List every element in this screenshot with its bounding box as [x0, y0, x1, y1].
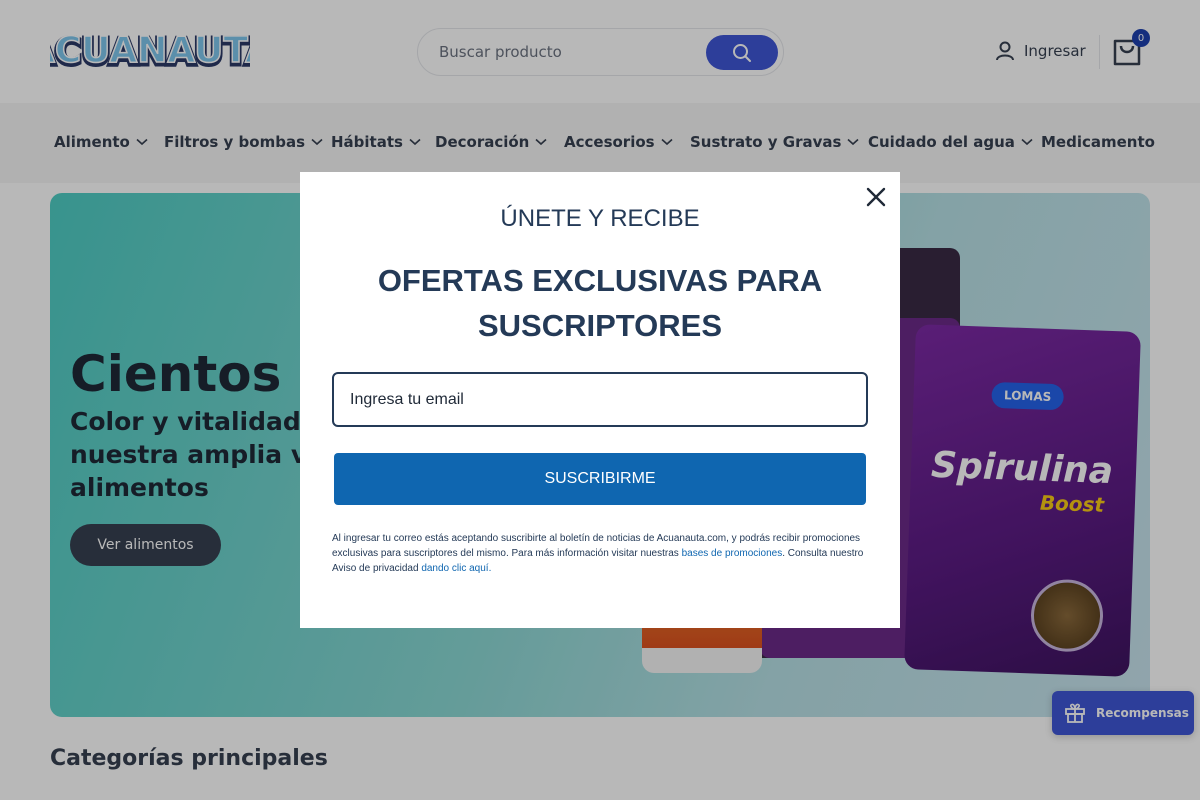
- subscribe-button[interactable]: SUSCRIBIRME: [334, 453, 866, 505]
- modal-headline: OFERTAS EXCLUSIVAS PARA SUSCRIPTORES: [377, 263, 823, 343]
- close-icon: [866, 187, 886, 207]
- email-field[interactable]: Ingresa tu email: [332, 372, 868, 427]
- modal-kicker: ÚNETE Y RECIBE: [500, 205, 700, 232]
- privacy-link[interactable]: dando clic aquí.: [421, 563, 491, 574]
- legal-text: Al ingresar tu correo estás aceptando su…: [332, 531, 872, 576]
- promotions-terms-link[interactable]: bases de promociones: [682, 548, 783, 559]
